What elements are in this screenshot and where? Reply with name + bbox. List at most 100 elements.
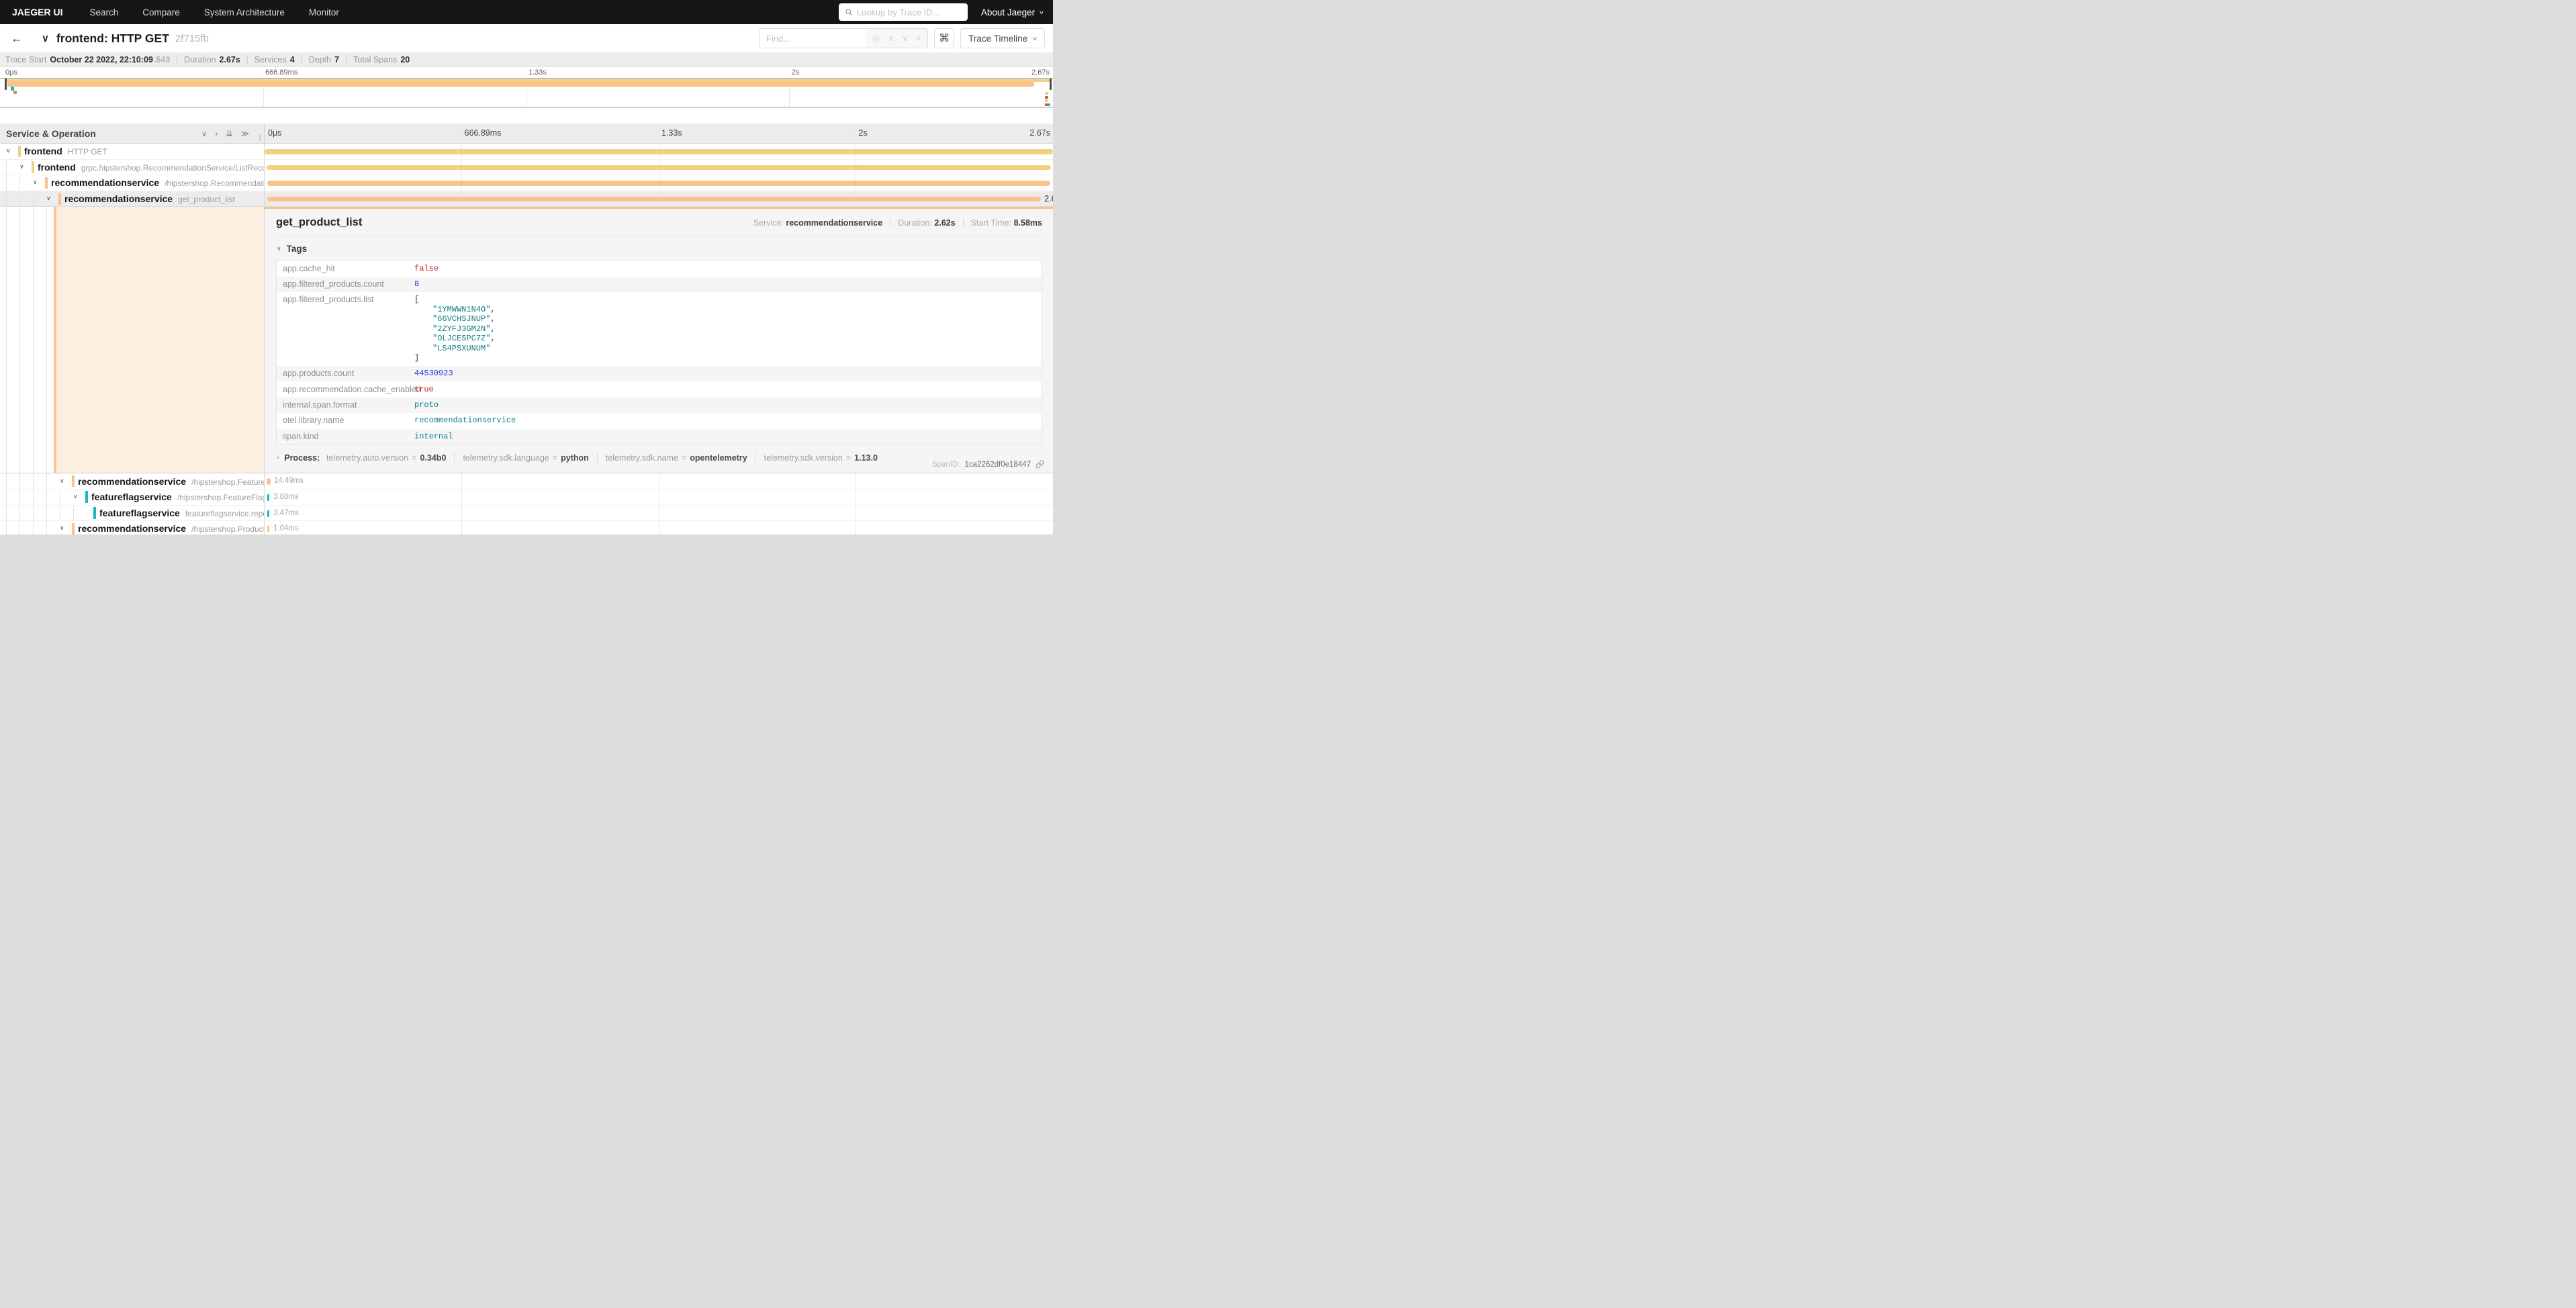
minimap-canvas[interactable] <box>0 78 1053 107</box>
service-color-bar <box>58 193 61 205</box>
indent-guide <box>19 506 20 521</box>
span-name-cell[interactable]: ∨ recommendationservice /hipstershop.Rec… <box>0 175 265 191</box>
span-bar[interactable] <box>267 181 1050 186</box>
chevron-down-icon[interactable]: ∨ <box>46 195 51 202</box>
span-detail-row: get_product_list Service: recommendation… <box>0 207 1053 473</box>
span-row-productcatalog-parent[interactable]: ∨ recommendationservice /hipstershop.Pro… <box>0 521 1053 534</box>
top-nav: JAEGER UI Search Compare System Architec… <box>0 0 1053 24</box>
process-section-toggle[interactable]: › Process: telemetry.auto.version=0.34b0… <box>277 453 1042 463</box>
span-id-value: 1ca2262df0e18447 <box>965 461 1031 469</box>
span-bar[interactable] <box>267 165 1051 171</box>
span-bar-cell[interactable]: 3.47ms <box>265 506 1053 521</box>
span-row-featureflag-parent[interactable]: ∨ recommendationservice /hipstershop.Fea… <box>0 473 1053 489</box>
nav-item-system-architecture[interactable]: System Architecture <box>204 7 285 17</box>
span-name-cell[interactable]: ∨ recommendationservice get_product_list <box>0 191 265 207</box>
trace-id-lookup[interactable] <box>839 3 968 21</box>
find-input[interactable] <box>760 29 866 48</box>
nav-item-search[interactable]: Search <box>89 7 118 17</box>
keyboard-shortcuts-button[interactable]: ⌘ <box>934 28 954 48</box>
span-bar[interactable] <box>265 149 1053 154</box>
span-bar-cell[interactable]: 2.62s <box>265 191 1053 207</box>
span-bar-cell[interactable]: 1.04ms <box>265 521 1053 534</box>
span-name-cell[interactable]: featureflagservice featureflagservice.re… <box>0 506 265 521</box>
trace-view-selector-label: Trace Timeline <box>968 34 1027 44</box>
span-id-row: SpanID: 1ca2262df0e18447 <box>932 460 1044 469</box>
expand-one-icon[interactable]: ≫ <box>240 129 249 138</box>
trace-id-short: 2f715fb <box>175 33 209 44</box>
span-bar-cell[interactable]: 14.49ms <box>265 473 1053 489</box>
total-spans-value: 20 <box>400 55 410 64</box>
app-logo[interactable]: JAEGER UI <box>12 7 62 17</box>
expand-all-icon[interactable]: ⇊ <box>226 129 232 138</box>
indent-guide <box>6 489 7 505</box>
span-bar-cell[interactable] <box>265 175 1053 191</box>
span-bar[interactable] <box>267 510 269 517</box>
span-detail-panel: get_product_list Service: recommendation… <box>265 207 1053 473</box>
clear-find-icon[interactable]: × <box>916 34 921 43</box>
back-button[interactable]: ← <box>11 32 23 46</box>
process-tag-key: telemetry.sdk.language <box>463 453 549 463</box>
copy-link-button[interactable] <box>1036 460 1044 469</box>
service-label: Service: <box>753 218 784 228</box>
span-bar[interactable] <box>267 494 269 501</box>
chevron-down-icon[interactable]: ∨ <box>6 147 11 154</box>
service-name: recommendationservice <box>78 476 186 487</box>
chevron-down-icon[interactable]: ∨ <box>60 477 64 485</box>
span-row-frontend-http-get[interactable]: ∨ frontend HTTP GET <box>0 144 1053 160</box>
focus-match-icon[interactable]: ◎ <box>872 33 880 44</box>
span-bar[interactable] <box>267 478 271 485</box>
span-name-cell[interactable]: ∨ frontend grpc.hipstershop.Recommendati… <box>0 160 265 175</box>
process-tag: telemetry.sdk.language=python <box>454 453 596 463</box>
span-bar[interactable] <box>267 526 269 532</box>
process-tag: telemetry.sdk.name=opentelemetry <box>597 453 755 463</box>
span-bar[interactable] <box>267 197 1042 202</box>
chevron-down-icon[interactable]: ∨ <box>33 179 38 186</box>
span-name-cell[interactable]: ∨ featureflagservice /hipstershop.Featur… <box>0 489 265 505</box>
indent-guide <box>6 191 7 207</box>
chevron-down-icon[interactable]: ∨ <box>73 493 78 500</box>
trace-collapse-toggle-icon[interactable]: ∨ <box>42 32 49 44</box>
trace-start-ms: .543 <box>154 55 170 64</box>
trace-id-lookup-input[interactable] <box>857 7 962 17</box>
tag-value: internal <box>414 432 453 442</box>
jaeger-trace-page: JAEGER UI Search Compare System Architec… <box>0 0 1053 534</box>
next-result-icon[interactable]: ∨ <box>902 34 908 43</box>
chevron-down-icon[interactable]: ∨ <box>19 163 24 171</box>
span-bar-cell[interactable] <box>265 160 1053 175</box>
minimap-left-scrubber[interactable] <box>5 79 7 90</box>
column-resizer-handle[interactable]: ∥ <box>259 134 262 142</box>
span-row-get-product-list[interactable]: ∨ recommendationservice get_product_list… <box>0 191 1053 207</box>
span-row-featureflagservice[interactable]: ∨ featureflagservice /hipstershop.Featur… <box>0 489 1053 506</box>
span-bar-cell[interactable] <box>265 144 1053 159</box>
about-jaeger-menu[interactable]: About Jaeger ∨ <box>981 7 1044 17</box>
nav-item-monitor[interactable]: Monitor <box>309 7 339 17</box>
span-name-cell[interactable]: ∨ recommendationservice /hipstershop.Fea… <box>0 473 265 489</box>
tags-section-toggle[interactable]: ∨ Tags <box>277 244 1042 254</box>
tags-table: app.cache_hit false app.filtered_product… <box>276 260 1042 445</box>
minimap-right-scrubber[interactable] <box>1050 79 1052 90</box>
span-bar-cell[interactable]: 3.68ms <box>265 489 1053 505</box>
span-row-featureflag-repo-query[interactable]: featureflagservice featureflagservice.re… <box>0 506 1053 522</box>
indent-guide <box>6 175 7 191</box>
equals-sign: = <box>682 453 686 463</box>
span-row-recommendation-list[interactable]: ∨ recommendationservice /hipstershop.Rec… <box>0 175 1053 191</box>
json-comma: , <box>490 334 495 343</box>
prev-result-icon[interactable]: ∧ <box>888 34 894 43</box>
span-name-cell[interactable]: ∨ recommendationservice /hipstershop.Pro… <box>0 521 265 534</box>
trace-view-selector[interactable]: Trace Timeline ∨ <box>960 28 1045 48</box>
product-id: 1YMWWN1N4O <box>432 305 490 314</box>
operation-name: /hipstershop.FeatureFlagService/Ge... <box>177 493 264 502</box>
nav-item-compare[interactable]: Compare <box>142 7 180 17</box>
divider <box>963 219 964 227</box>
span-detail-accent <box>54 207 264 473</box>
span-row-frontend-grpc[interactable]: ∨ frontend grpc.hipstershop.Recommendati… <box>0 160 1053 176</box>
collapse-one-icon[interactable]: › <box>215 129 218 138</box>
tag-row: internal.span.format proto <box>277 398 1042 413</box>
chevron-down-icon[interactable]: ∨ <box>60 524 64 532</box>
operation-name: get_product_list <box>178 195 235 204</box>
collapse-all-icon[interactable]: ∨ <box>201 129 208 138</box>
indent-guide <box>46 207 47 473</box>
tag-row: app.filtered_products.list [ 1YMWWN1N4O,… <box>277 292 1042 366</box>
span-detail-meta: Service: recommendationservice Duration:… <box>753 218 1042 228</box>
span-name-cell[interactable]: ∨ frontend HTTP GET <box>0 144 265 159</box>
